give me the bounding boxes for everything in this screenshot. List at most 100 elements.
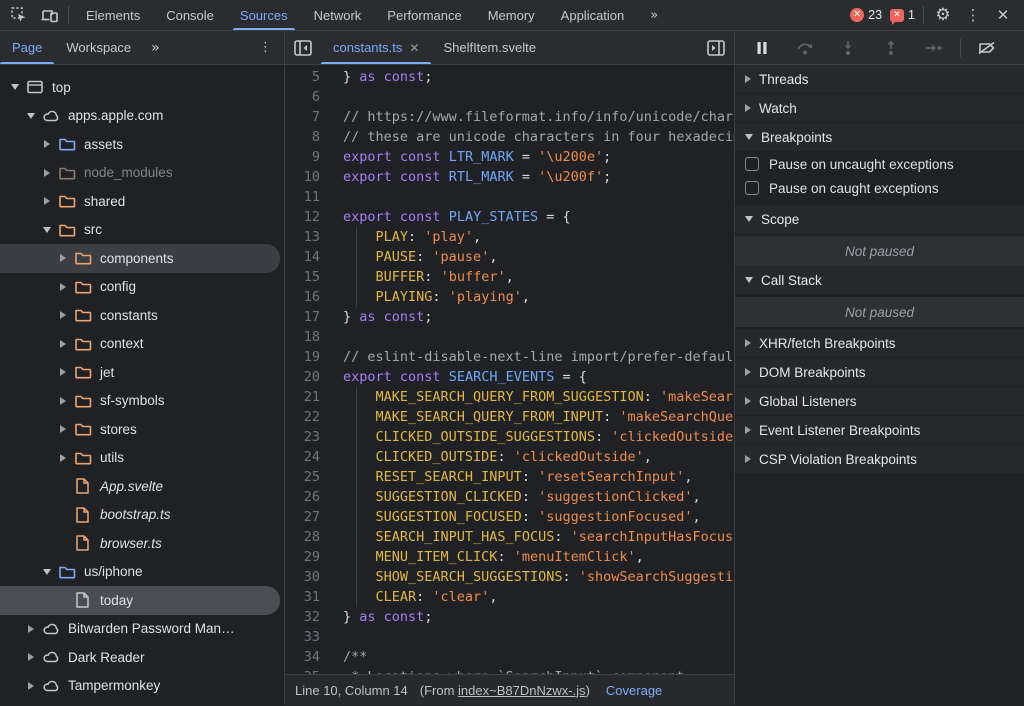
section-call-stack[interactable]: Call Stack xyxy=(735,266,1024,295)
step-icon[interactable] xyxy=(917,35,951,61)
checkbox-icon[interactable] xyxy=(745,181,759,195)
tree-item-apps-apple-com[interactable]: apps.apple.com xyxy=(0,102,284,131)
section-csp-violation-breakpoints[interactable]: CSP Violation Breakpoints xyxy=(735,445,1024,474)
tree-item-assets[interactable]: assets xyxy=(0,130,284,159)
editor-tab-constants-ts[interactable]: constants.ts✕ xyxy=(321,31,431,64)
tree-item-top[interactable]: top xyxy=(0,73,284,102)
panel-tab-network[interactable]: Network xyxy=(301,0,375,30)
section-threads[interactable]: Threads xyxy=(735,65,1024,94)
code-line-9: export const LTR_MARK = '\u200e'; xyxy=(343,147,734,167)
coverage-link[interactable]: Coverage xyxy=(606,683,662,698)
step-into-icon[interactable] xyxy=(831,35,865,61)
chevron-right-icon[interactable] xyxy=(24,625,38,633)
chevron-right-icon[interactable] xyxy=(24,653,38,661)
checkbox-icon[interactable] xyxy=(745,157,759,171)
panel-tab-performance[interactable]: Performance xyxy=(374,0,474,30)
code-line-15: BUFFER: 'buffer', xyxy=(343,267,734,287)
device-toolbar-icon[interactable] xyxy=(34,0,64,30)
section-event-listener-breakpoints[interactable]: Event Listener Breakpoints xyxy=(735,416,1024,445)
code-line-20: export const SEARCH_EVENTS = { xyxy=(343,367,734,387)
editor-tab-shelfitem-svelte[interactable]: ShelfItem.svelte xyxy=(431,31,548,64)
more-navigator-tabs-button[interactable]: » xyxy=(143,31,168,64)
navigator-menu-icon[interactable]: ⋮ xyxy=(247,31,284,64)
panel-tab-application[interactable]: Application xyxy=(548,0,638,30)
hide-navigator-icon[interactable] xyxy=(285,31,321,64)
tree-item-shared[interactable]: shared xyxy=(0,187,284,216)
chevron-right-icon[interactable] xyxy=(40,197,54,205)
navigator-tab-page[interactable]: Page xyxy=(0,31,54,64)
checkbox-pause-on-caught-exceptions[interactable]: Pause on caught exceptions xyxy=(735,176,1024,200)
step-out-icon[interactable] xyxy=(874,35,908,61)
code-content[interactable]: } as const;// https://www.fileformat.inf… xyxy=(343,67,734,674)
chevron-right-icon[interactable] xyxy=(40,140,54,148)
deactivate-breakpoints-icon[interactable] xyxy=(970,35,1004,61)
inspect-icon[interactable] xyxy=(4,0,34,30)
panel-tab-console[interactable]: Console xyxy=(153,0,227,30)
chevron-right-icon[interactable] xyxy=(56,368,70,376)
tree-item-constants[interactable]: constants xyxy=(0,301,284,330)
close-devtools-icon[interactable]: ✕ xyxy=(988,0,1018,30)
section-global-listeners[interactable]: Global Listeners xyxy=(735,387,1024,416)
tree-item-bitwarden-password-man-[interactable]: Bitwarden Password Man… xyxy=(0,615,284,644)
tree-item-tampermonkey[interactable]: Tampermonkey xyxy=(0,672,284,701)
section-dom-breakpoints[interactable]: DOM Breakpoints xyxy=(735,358,1024,387)
section-watch[interactable]: Watch xyxy=(735,94,1024,123)
code-line-34: /** xyxy=(343,647,734,667)
chevron-right-icon[interactable] xyxy=(56,311,70,319)
code-editor[interactable]: 5678910111213141516171819202122232425262… xyxy=(285,65,734,674)
navigator-tab-workspace[interactable]: Workspace xyxy=(54,31,143,64)
section-label: Event Listener Breakpoints xyxy=(759,423,920,438)
chevron-right-icon[interactable] xyxy=(56,283,70,291)
chevron-right-icon[interactable] xyxy=(56,397,70,405)
tree-item-utils[interactable]: utils xyxy=(0,444,284,473)
cloud-icon xyxy=(42,677,60,695)
pause-icon[interactable] xyxy=(745,35,779,61)
chevron-right-icon[interactable] xyxy=(24,682,38,690)
tree-item-us-iphone[interactable]: us/iphone xyxy=(0,558,284,587)
tree-item-label: apps.apple.com xyxy=(68,108,163,123)
checkbox-pause-on-uncaught-exceptions[interactable]: Pause on uncaught exceptions xyxy=(735,152,1024,176)
tree-item-config[interactable]: config xyxy=(0,273,284,302)
show-debugger-sidebar-icon[interactable] xyxy=(698,31,734,64)
chevron-right-icon[interactable] xyxy=(56,425,70,433)
tree-item-bootstrap-ts[interactable]: bootstrap.ts xyxy=(0,501,284,530)
settings-gear-icon[interactable]: ⚙ xyxy=(928,0,958,30)
tree-item-stores[interactable]: stores xyxy=(0,415,284,444)
tree-item-browser-ts[interactable]: browser.ts xyxy=(0,529,284,558)
chevron-right-icon[interactable] xyxy=(56,454,70,462)
kebab-menu-icon[interactable]: ⋮ xyxy=(958,0,988,30)
tree-item-context[interactable]: context xyxy=(0,330,284,359)
panel-tab-memory[interactable]: Memory xyxy=(475,0,548,30)
chevron-down-icon[interactable] xyxy=(40,227,54,233)
section-breakpoints[interactable]: Breakpoints xyxy=(735,123,1024,152)
tree-item-app-svelte[interactable]: App.svelte xyxy=(0,472,284,501)
folder-icon xyxy=(74,363,92,381)
panel-tab-sources[interactable]: Sources xyxy=(227,0,301,30)
tree-item-src[interactable]: src xyxy=(0,216,284,245)
tree-item-dark-reader[interactable]: Dark Reader xyxy=(0,643,284,672)
tree-item-node-modules[interactable]: node_modules xyxy=(0,159,284,188)
chevron-right-icon[interactable] xyxy=(40,169,54,177)
close-tab-icon[interactable]: ✕ xyxy=(409,41,419,55)
chevron-down-icon[interactable] xyxy=(24,113,38,119)
tree-item-today[interactable]: today xyxy=(0,586,280,615)
tree-item-jet[interactable]: jet xyxy=(0,358,284,387)
step-over-icon[interactable] xyxy=(788,35,822,61)
chevron-down-icon[interactable] xyxy=(40,569,54,575)
chevron-down-icon[interactable] xyxy=(8,84,22,90)
section-xhr-fetch-breakpoints[interactable]: XHR/fetch Breakpoints xyxy=(735,329,1024,358)
tree-item-sf-symbols[interactable]: sf-symbols xyxy=(0,387,284,416)
chevron-right-icon[interactable] xyxy=(56,254,70,262)
section-scope[interactable]: Scope xyxy=(735,205,1024,234)
tree-item-components[interactable]: components xyxy=(0,244,280,273)
more-panels-button[interactable]: » xyxy=(637,0,671,30)
console-errors-badge[interactable]: ✕ 23 xyxy=(846,0,886,30)
issues-badge[interactable]: ✕ 1 xyxy=(886,0,919,30)
tree-item-label: sf-symbols xyxy=(100,393,165,408)
editor-tab-label: ShelfItem.svelte xyxy=(443,40,536,55)
folder-icon xyxy=(74,306,92,324)
chevron-right-icon[interactable] xyxy=(56,340,70,348)
source-map-link[interactable]: index~B87DnNzwx-.js xyxy=(458,683,586,698)
panel-tab-elements[interactable]: Elements xyxy=(73,0,153,30)
line-number-gutter[interactable]: 5678910111213141516171819202122232425262… xyxy=(285,67,343,674)
